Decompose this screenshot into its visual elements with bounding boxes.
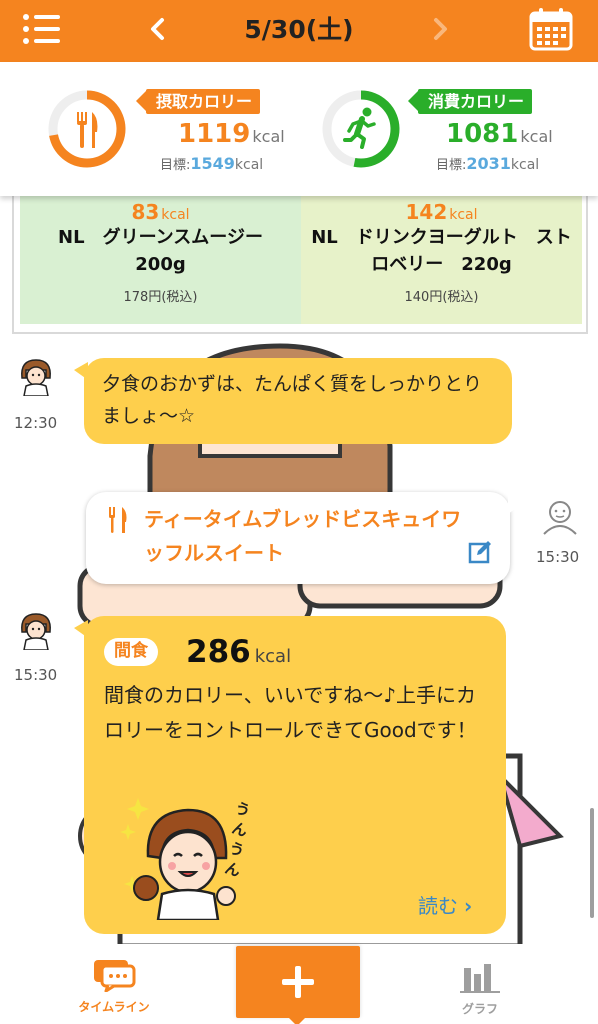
meal-card[interactable]: 83 kcal NL グリーンスムージー 200g 178円(税込) [20,196,301,324]
fork-knife-icon [77,112,98,148]
snack-kcal: 286 kcal [186,634,292,670]
meal-name: NL ドリンクヨーグルト ストロベリー 220g [311,227,572,275]
svg-text:う: う [227,839,247,861]
timeline[interactable]: 83 kcal NL グリーンスムージー 200g 178円(税込) 142 kca… [0,196,598,944]
message-time: 12:30 [14,414,58,432]
app-header: 5/30(土) [0,0,598,62]
meal-kcal: 142 kcal [405,200,478,224]
chat-bubble-icon [94,960,136,993]
chevron-left-icon[interactable] [138,11,178,47]
tab-timeline[interactable]: タイムライン [64,958,164,1018]
advisor-avatar[interactable] [16,610,56,650]
bar-chart-icon [460,964,500,993]
snack-feedback-card[interactable]: 間食 286 kcal 間食のカロリー、いいですね〜♪上手にカロリーをコントロール… [74,616,506,934]
intake-label: 摂取カロリー [135,89,261,114]
burn-goal: 目標:2031kcal [436,154,540,173]
add-entry-button[interactable] [236,946,360,1024]
advisor-message: 間食のカロリー、いいですね〜♪上手にカロリーをコントロールできてGoodです！ [104,683,477,742]
read-more-link[interactable]: 読む › [418,890,472,919]
message-time: 15:30 [14,666,58,684]
message-time: 15:30 [536,548,580,566]
hamburger-menu-icon[interactable] [22,12,62,46]
user-avatar[interactable] [540,496,580,536]
plus-icon [282,966,314,998]
intake-value: 1119 kcal [178,119,285,149]
meal-price: 178円(税込) [123,290,198,305]
meal-price: 140円(税込) [404,290,479,305]
running-person-icon [343,107,376,149]
food-entry-name[interactable]: ティータイムブレッドビスキュイワッフルスイート [144,502,464,570]
chevron-right-icon [434,18,447,40]
advisor-avatar[interactable] [16,356,56,396]
calorie-summary: 摂取カロリー 1119 kcal 目標:1549kcal 消費カロリー 1081 k… [0,62,598,196]
fork-knife-icon [109,507,127,533]
burn-progress-ring[interactable] [320,88,402,170]
svg-text:ん: ん [223,859,243,881]
meal-card[interactable]: 142 kcal NL ドリンクヨーグルト ストロベリー 220g 140円(税込… [301,196,582,324]
food-entry-bubble[interactable]: ティータイムブレッドビスキュイワッフルスイート [86,492,522,584]
meal-name: NL グリーンスムージー 200g [58,227,281,275]
scrollbar[interactable] [590,808,594,918]
advisor-cartoon: う ん う ん [120,798,248,920]
svg-text:う: う [233,799,248,821]
page-title: 5/30(土) [244,15,354,44]
burn-value: 1081 kcal [446,119,553,149]
svg-text:ん: ん [230,819,248,841]
calendar-icon[interactable] [528,6,574,52]
burn-label: 消費カロリー [407,89,533,114]
tab-graph[interactable]: グラフ [440,962,520,1018]
chevron-right-icon: › [464,894,473,918]
bottom-nav: タイムライン グラフ [0,944,598,1024]
meal-kcal: 83 kcal [131,200,190,224]
meal-cards: 83 kcal NL グリーンスムージー 200g 178円(税込) 142 kca… [12,196,588,334]
intake-progress-ring[interactable] [46,88,128,170]
advisor-message: 夕食のおかずは、たんぱく質をしっかりとりましょ〜☆ [74,358,512,444]
meal-type-badge: 間食 [104,638,158,666]
intake-goal: 目標:1549kcal [160,154,264,173]
edit-icon[interactable] [468,540,492,564]
